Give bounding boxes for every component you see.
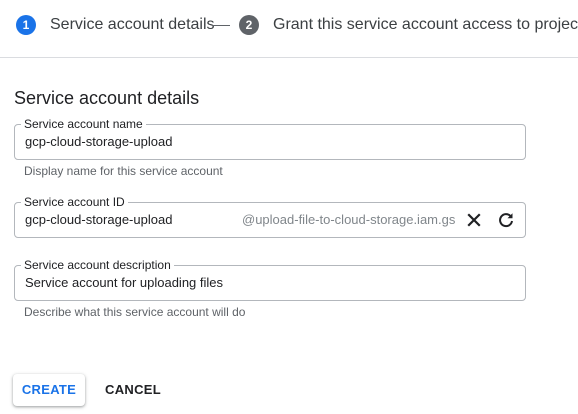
stepper: 1 Service account details 2 Grant this s…	[0, 0, 578, 58]
refresh-icon[interactable]	[496, 210, 516, 230]
service-account-description-hint: Describe what this service account will …	[24, 305, 246, 319]
service-account-id-input[interactable]: gcp-cloud-storage-upload	[25, 212, 172, 228]
service-account-name-hint: Display name for this service account	[24, 164, 223, 178]
step-2-number: 2	[239, 15, 259, 35]
service-account-description-label: Service account description	[21, 258, 174, 272]
service-account-description-field[interactable]: Service account description Service acco…	[14, 258, 526, 301]
step-1-number: 1	[16, 15, 36, 35]
service-account-id-field[interactable]: Service account ID gcp-cloud-storage-upl…	[14, 195, 526, 238]
service-account-id-label: Service account ID	[21, 195, 128, 209]
cancel-button[interactable]: CANCEL	[98, 374, 168, 406]
close-icon[interactable]	[464, 210, 484, 230]
step-1-label[interactable]: Service account details	[50, 15, 215, 35]
service-account-description-input[interactable]: Service account for uploading files	[25, 275, 223, 291]
section-title: Service account details	[14, 88, 200, 108]
service-account-id-domain-suffix: @upload-file-to-cloud-storage.iam.gs	[242, 212, 456, 227]
service-account-name-label: Service account name	[21, 117, 146, 131]
create-service-account-page: 1 Service account details 2 Grant this s…	[0, 0, 578, 414]
service-account-name-input[interactable]: gcp-cloud-storage-upload	[25, 134, 172, 150]
service-account-name-field[interactable]: Service account name gcp-cloud-storage-u…	[14, 117, 526, 160]
create-button[interactable]: CREATE	[13, 374, 85, 406]
step-2-label[interactable]: Grant this service account access to pro…	[273, 15, 578, 35]
step-connector	[212, 25, 230, 26]
